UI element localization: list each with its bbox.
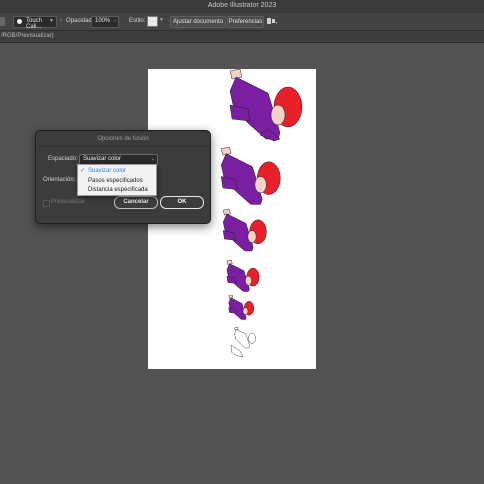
style-label: Estilo: xyxy=(129,18,146,24)
spacing-label: Espaciado: xyxy=(48,156,78,162)
spacing-select-value: Suavizar color xyxy=(83,156,122,162)
cancel-button[interactable]: Cancelar xyxy=(114,196,158,209)
document-tab-label[interactable]: /RGB/Previsualizar) xyxy=(1,33,54,39)
document-tab-bar: /RGB/Previsualizar) xyxy=(0,31,484,43)
checkmark-icon: ✓ xyxy=(80,168,86,174)
menu-item-label: Distancia especificada xyxy=(88,187,148,193)
opacity-label: Opacidad: xyxy=(66,18,94,24)
figure-small xyxy=(226,259,260,292)
chevron-right-icon: › xyxy=(114,18,116,24)
ok-button[interactable]: OK xyxy=(160,196,204,209)
orientation-label: Orientación: xyxy=(43,177,76,183)
arrow-right-icon: › xyxy=(60,18,62,24)
app-title: Adobe Illustrator 2023 xyxy=(207,2,277,9)
panel-edge-handle[interactable] xyxy=(0,17,5,26)
figure-large-1 xyxy=(229,69,303,142)
figure-smallest xyxy=(228,294,255,320)
preview-checkbox[interactable] xyxy=(43,200,50,207)
window-titlebar: Adobe Illustrator 2023 xyxy=(0,0,484,13)
preview-label: Previsualizar xyxy=(51,199,86,205)
brush-dropdown[interactable]: Touch Cali... ▼ xyxy=(13,16,57,30)
style-swatch[interactable] xyxy=(147,16,158,27)
preferences-button[interactable]: Preferencias xyxy=(227,16,264,28)
chevron-down-icon: ▼ xyxy=(49,18,54,24)
menu-item-smooth-color[interactable]: ✓ Suavizar color xyxy=(78,166,156,176)
spacing-dropdown-menu: ✓ Suavizar color Pasos especificados Dis… xyxy=(77,164,157,196)
menu-item-label: Suavizar color xyxy=(88,168,127,174)
control-bar: Touch Cali... ▼ › Opacidad: 100% › Estil… xyxy=(0,13,484,31)
figure-large-2 xyxy=(220,146,281,205)
brush-dot-icon xyxy=(17,19,22,24)
figure-outline xyxy=(230,326,256,358)
chevron-down-icon: ▼ xyxy=(159,17,164,23)
opacity-value: 100% xyxy=(95,18,111,24)
opacity-dropdown[interactable]: 100% › xyxy=(91,16,119,28)
fit-document-button[interactable]: Ajustar documento xyxy=(170,16,226,28)
chevron-down-icon: ⌄ xyxy=(150,156,155,162)
menu-item-specified-distance[interactable]: Distancia especificada xyxy=(78,185,156,195)
menu-item-label: Pasos especificados xyxy=(88,178,143,184)
figure-medium xyxy=(222,208,267,252)
align-icon[interactable] xyxy=(266,16,278,26)
dialog-title: Opciones de fusión xyxy=(97,136,149,142)
